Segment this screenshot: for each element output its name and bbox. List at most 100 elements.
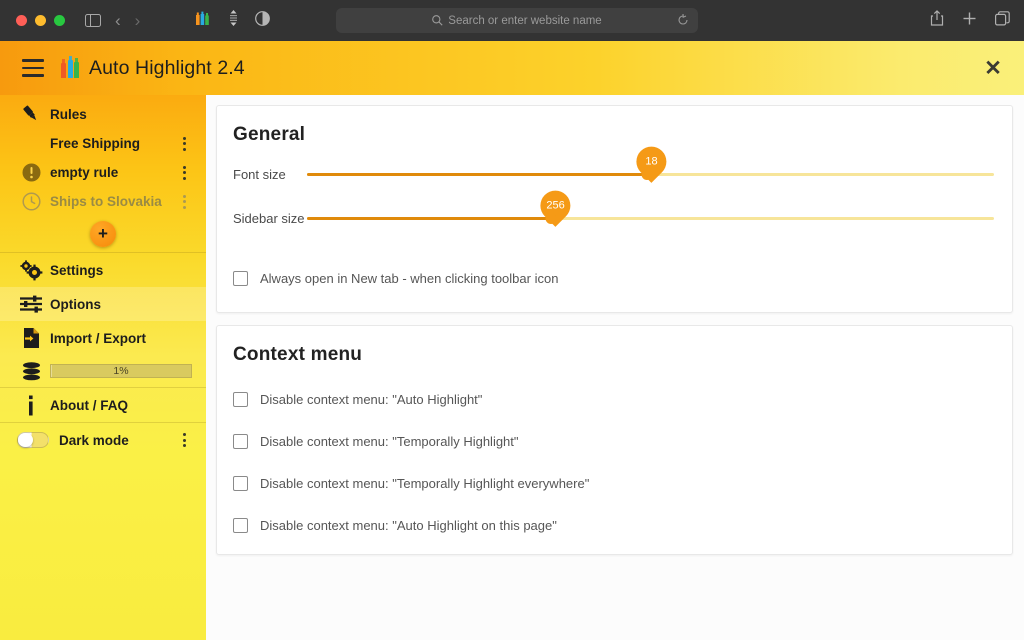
context-menu-option-label: Disable context menu: "Auto Highlight" [260, 392, 482, 407]
context-menu-option-row[interactable]: Disable context menu: "Auto Highlight" [233, 380, 996, 418]
kebab-menu-icon[interactable] [183, 195, 186, 209]
close-window-button[interactable] [16, 15, 27, 26]
search-icon [432, 15, 443, 26]
window-traffic-lights [16, 15, 65, 26]
forward-button[interactable]: › [135, 12, 141, 29]
address-bar-placeholder-group: Search or enter website name [432, 15, 601, 27]
always-open-new-tab-row[interactable]: Always open in New tab - when clicking t… [233, 262, 996, 294]
sidebar-size-label: Sidebar size [233, 211, 307, 226]
gears-icon [12, 260, 50, 281]
highlighter-markers-logo [61, 58, 79, 78]
new-tab-icon[interactable] [962, 11, 977, 31]
sidebar-item-label: Import / Export [50, 331, 146, 346]
font-size-label: Font size [233, 167, 307, 182]
disable-auto-highlight-checkbox[interactable] [233, 392, 248, 407]
reload-icon[interactable] [677, 13, 689, 31]
sidebar-size-slider[interactable]: 256 [307, 217, 994, 220]
close-icon[interactable]: ✕ [978, 53, 1008, 83]
sidebar-item-about-faq[interactable]: About / FAQ [0, 388, 206, 422]
alert-circle-icon [12, 163, 50, 182]
always-open-new-tab-label: Always open in New tab - when clicking t… [260, 271, 558, 286]
main-content: General Font size 18 Sid [206, 95, 1024, 640]
info-icon [12, 395, 50, 416]
add-rule-button[interactable]: + [90, 221, 116, 247]
kebab-menu-icon[interactable] [183, 166, 186, 180]
clock-icon [12, 192, 50, 211]
disable-auto-highlight-on-page-checkbox[interactable] [233, 518, 248, 533]
hamburger-menu-icon[interactable] [22, 59, 44, 77]
sidebar-item-label: About / FAQ [50, 398, 128, 413]
slider-thumb[interactable] [642, 169, 653, 180]
sidebar-toggle-icon[interactable] [85, 14, 101, 27]
app-body: Rules Free Shipping empty rule [0, 95, 1024, 640]
share-icon[interactable] [930, 10, 944, 31]
sidebar-rules-label: Rules [50, 107, 87, 122]
context-menu-option-label: Disable context menu: "Auto Highlight on… [260, 518, 557, 533]
storage-progress-bar: 1% [50, 364, 192, 378]
browser-toolbar: ‹ › Search or enter website name [0, 0, 1024, 41]
sliders-icon [12, 295, 50, 313]
toolbar-extension-icons [195, 10, 270, 31]
context-menu-option-label: Disable context menu: "Temporally Highli… [260, 434, 519, 449]
sidebar-item-import-export[interactable]: Import / Export [0, 321, 206, 355]
storage-progress-fill [51, 365, 52, 377]
back-button[interactable]: ‹ [115, 12, 121, 29]
address-bar[interactable]: Search or enter website name [336, 8, 698, 33]
tab-overview-icon[interactable] [995, 11, 1010, 31]
context-menu-option-label: Disable context menu: "Temporally Highli… [260, 476, 589, 491]
page-title: Auto Highlight 2.4 [89, 57, 245, 80]
dark-mode-toggle[interactable] [17, 432, 49, 448]
general-settings-card: General Font size 18 Sid [216, 105, 1013, 313]
font-size-value: 18 [645, 155, 657, 167]
file-import-export-icon [12, 327, 50, 349]
sidebar-size-slider-row: Sidebar size 256 [233, 196, 996, 240]
highlighter-pen-icon [12, 103, 50, 125]
reader-contrast-icon[interactable] [255, 11, 270, 31]
kebab-menu-icon[interactable] [183, 137, 186, 151]
sidebar: Rules Free Shipping empty rule [0, 95, 206, 640]
vertical-scroll-icon[interactable] [229, 10, 238, 31]
rule-label: empty rule [50, 165, 118, 180]
sidebar-item-options[interactable]: Options [0, 287, 206, 321]
slider-fill [307, 217, 551, 220]
sidebar-size-value: 256 [546, 199, 564, 211]
app-header: Auto Highlight 2.4 ✕ [0, 41, 1024, 95]
always-open-new-tab-checkbox[interactable] [233, 271, 248, 286]
context-menu-options-list: Disable context menu: "Auto Highlight" D… [233, 380, 996, 544]
minimize-window-button[interactable] [35, 15, 46, 26]
toggle-knob [18, 433, 33, 447]
slider-thumb[interactable] [545, 213, 556, 224]
sidebar-storage-usage: 1% [0, 355, 206, 387]
sidebar-item-label: Settings [50, 263, 103, 278]
font-size-slider[interactable]: 18 [307, 173, 994, 176]
sidebar-rule-free-shipping[interactable]: Free Shipping [0, 129, 206, 158]
context-menu-option-row[interactable]: Disable context menu: "Temporally Highli… [233, 464, 996, 502]
auto-highlight-extension-icon[interactable] [195, 11, 212, 31]
sidebar-rule-empty-rule[interactable]: empty rule [0, 158, 206, 187]
slider-fill [307, 173, 647, 176]
sidebar-item-settings[interactable]: Settings [0, 253, 206, 287]
sidebar-section-rules: Rules [0, 99, 206, 129]
context-menu-option-row[interactable]: Disable context menu: "Temporally Highli… [233, 422, 996, 460]
general-section-title: General [233, 124, 996, 146]
dark-mode-label: Dark mode [59, 433, 129, 448]
sidebar-item-dark-mode[interactable]: Dark mode [0, 423, 206, 457]
sidebar-item-label: Options [50, 297, 101, 312]
disable-temporally-highlight-everywhere-checkbox[interactable] [233, 476, 248, 491]
disable-temporally-highlight-checkbox[interactable] [233, 434, 248, 449]
browser-right-icons [930, 10, 1010, 31]
context-menu-section-title: Context menu [233, 344, 996, 366]
extension-window: Auto Highlight 2.4 ✕ Rules Free Shipping [0, 41, 1024, 640]
kebab-menu-icon[interactable] [183, 433, 186, 447]
font-size-slider-row: Font size 18 [233, 152, 996, 196]
app-root: ‹ › Search or enter website name [0, 0, 1024, 640]
address-bar-text: Search or enter website name [448, 15, 601, 27]
context-menu-option-row[interactable]: Disable context menu: "Auto Highlight on… [233, 506, 996, 544]
storage-percent-label: 1% [113, 365, 128, 377]
database-icon [12, 362, 50, 381]
rule-label: Free Shipping [50, 136, 140, 151]
maximize-window-button[interactable] [54, 15, 65, 26]
plus-icon: + [98, 227, 108, 241]
sidebar-rule-ships-to-slovakia[interactable]: Ships to Slovakia [0, 187, 206, 216]
rule-label: Ships to Slovakia [50, 194, 162, 209]
